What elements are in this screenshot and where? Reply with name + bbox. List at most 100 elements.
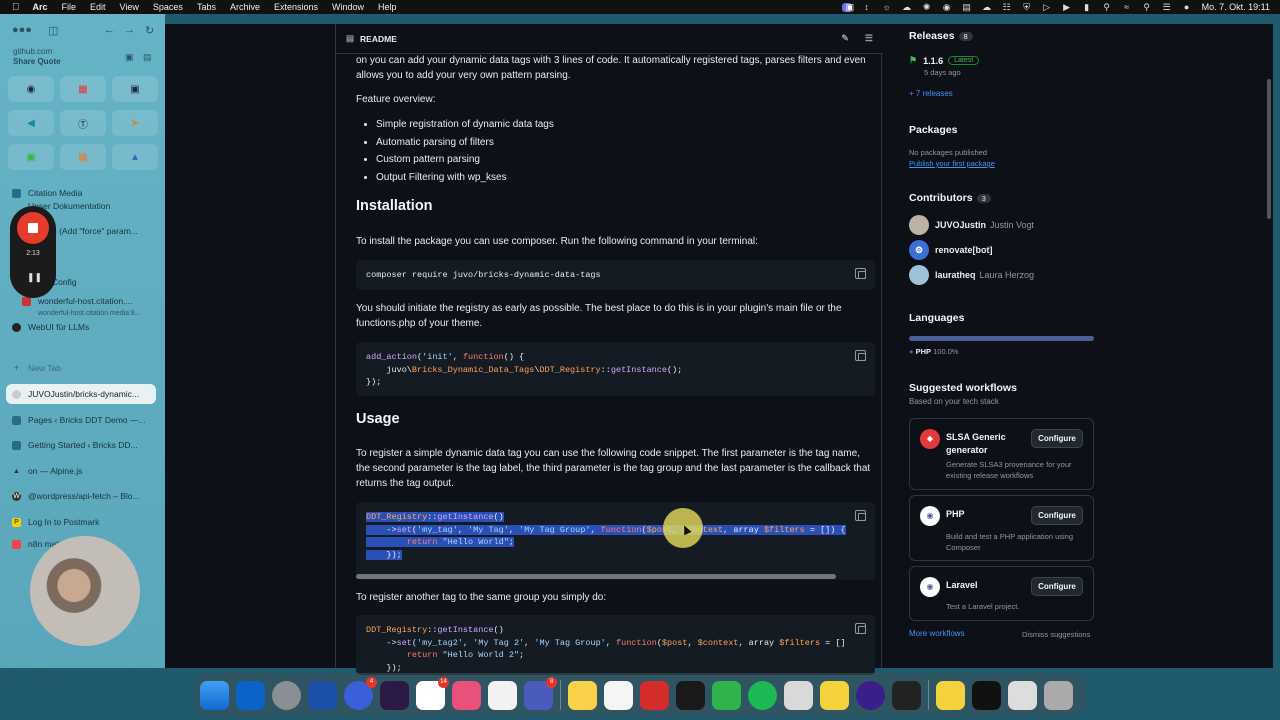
teams-icon[interactable]: 8	[524, 676, 557, 710]
menu-extensions[interactable]: Extensions	[267, 2, 325, 12]
contributor-item[interactable]: JUVOJustin Justin Vogt	[909, 215, 1034, 235]
status-icon[interactable]: ↕	[862, 2, 872, 12]
notes-icon[interactable]	[568, 680, 597, 710]
app-icon[interactable]	[936, 680, 965, 710]
favorite-tab[interactable]: ▦	[60, 76, 106, 102]
app-icon[interactable]	[856, 680, 885, 710]
favorite-tab[interactable]: ◀	[8, 110, 54, 136]
app-icon[interactable]	[488, 680, 517, 710]
screen-record-icon[interactable]: ▣	[841, 2, 854, 12]
menu-tabs[interactable]: Tabs	[190, 2, 223, 12]
menu-window[interactable]: Window	[325, 2, 371, 12]
sidebar-item-webui[interactable]: WebUI für LLMs	[6, 317, 156, 337]
control-center-icon[interactable]: ☰	[1162, 2, 1172, 12]
wifi-icon[interactable]: ≈	[1122, 2, 1132, 12]
cloud-icon[interactable]: ☁	[902, 2, 912, 12]
back-arrow-icon[interactable]: ←	[104, 24, 115, 36]
copy-icon[interactable]	[855, 510, 866, 521]
spotlight-icon[interactable]: ⚲	[1142, 2, 1152, 12]
bitwarden-icon[interactable]	[308, 680, 337, 710]
code-block-another[interactable]: DDT_Registry::getInstance() ->set('my_ta…	[356, 615, 875, 675]
copy-icon[interactable]	[855, 350, 866, 361]
tab-item[interactable]: P Log In to Postmark	[6, 512, 156, 532]
configure-button[interactable]: Configure	[1031, 577, 1083, 596]
settings-icon[interactable]: ▤	[143, 52, 152, 63]
packages-heading[interactable]: Packages	[909, 124, 957, 136]
configure-button[interactable]: Configure	[1031, 506, 1083, 525]
finder-icon[interactable]	[200, 680, 229, 710]
menubar-clock[interactable]: Mo. 7. Okt. 19:11	[1202, 2, 1270, 12]
copy-icon[interactable]	[855, 268, 866, 279]
menu-help[interactable]: Help	[371, 2, 404, 12]
cyberduck-icon[interactable]	[820, 680, 849, 710]
status-icon[interactable]: ☷	[1002, 2, 1012, 12]
dismiss-suggestions-link[interactable]: Dismiss suggestions	[1022, 630, 1090, 639]
trash-icon[interactable]	[1044, 680, 1073, 710]
more-releases-link[interactable]: + 7 releases	[909, 89, 953, 98]
menu-edit[interactable]: Edit	[83, 2, 113, 12]
slack-icon[interactable]: 14	[416, 676, 449, 710]
contributors-heading[interactable]: Contributors 3	[909, 192, 991, 204]
forward-arrow-icon[interactable]: →	[124, 24, 135, 36]
play-icon[interactable]: ▶	[1062, 2, 1072, 12]
numbers-icon[interactable]	[712, 680, 741, 710]
outline-list-icon[interactable]: ☰	[865, 33, 873, 44]
battery-icon[interactable]: ▮	[1082, 2, 1092, 12]
menu-arc[interactable]: Arc	[26, 2, 55, 12]
stop-recording-button[interactable]	[17, 212, 49, 244]
favorite-tab[interactable]: ➤	[112, 110, 158, 136]
status-icon[interactable]: ✺	[922, 2, 932, 12]
acrobat-icon[interactable]	[640, 680, 669, 710]
archive-icon[interactable]: ▣	[10, 668, 19, 679]
edit-pencil-icon[interactable]: ✎	[841, 33, 849, 44]
contributor-item[interactable]: ⚙ renovate[bot]	[909, 240, 993, 260]
window-icon[interactable]	[972, 680, 1001, 710]
search-icon[interactable]: ⚲	[1102, 2, 1112, 12]
spotify-icon[interactable]	[748, 680, 777, 710]
siri-icon[interactable]: ●	[1182, 2, 1192, 12]
tab-item[interactable]: JUVOJustin/bricks-dynamic...	[6, 384, 156, 404]
url-bar[interactable]: github.com Share Quote	[13, 47, 61, 67]
app-icon[interactable]	[452, 680, 481, 710]
menu-spaces[interactable]: Spaces	[146, 2, 190, 12]
terminal-icon[interactable]	[892, 680, 921, 710]
sidebar-toggle-icon[interactable]: ◫	[48, 24, 58, 37]
library-icon[interactable]: ▦	[35, 668, 44, 679]
contributor-item[interactable]: lauratheq Laura Herzog	[909, 265, 1034, 285]
tab-item[interactable]: Pages ‹ Bricks DDT Demo —...	[6, 410, 156, 430]
code-block-composer[interactable]: composer require juvo/bricks-dynamic-dat…	[356, 260, 875, 290]
code-scrollbar[interactable]	[356, 574, 836, 579]
space-icon[interactable]: ○	[103, 668, 108, 679]
releases-heading[interactable]: Releases 8	[909, 30, 973, 42]
system-settings-icon[interactable]	[272, 680, 301, 710]
status-icon[interactable]: ☼	[882, 2, 892, 12]
share-icon[interactable]: ▣	[125, 52, 134, 63]
window-icon[interactable]	[1008, 680, 1037, 710]
tab-item[interactable]: ▲ on — Alpine.js	[6, 461, 156, 481]
page-scrollbar[interactable]	[1267, 79, 1271, 219]
space-icon[interactable]: ○	[81, 668, 86, 679]
textedit-icon[interactable]	[604, 680, 633, 710]
reload-icon[interactable]: ↻	[145, 24, 154, 37]
outlook-icon[interactable]	[236, 680, 265, 710]
code-block-usage[interactable]: DDT_Registry::getInstance() ->set('my_ta…	[356, 502, 875, 580]
traffic-lights-icon[interactable]: ●●●	[12, 24, 32, 36]
menu-file[interactable]: File	[55, 2, 84, 12]
configure-button[interactable]: Configure	[1031, 429, 1083, 448]
code-icon[interactable]: <>	[124, 668, 135, 679]
favorite-tab[interactable]: ▲	[112, 144, 158, 170]
tab-item[interactable]: Getting Started ‹ Bricks DD...	[6, 435, 156, 455]
language-php[interactable]: ● PHP 100.0%	[909, 347, 959, 356]
status-icon[interactable]: ▤	[962, 2, 972, 12]
plus-icon[interactable]: +	[151, 665, 158, 679]
code-block-init[interactable]: add_action('init', function() { juvo\Bri…	[356, 342, 875, 396]
calculator-icon[interactable]	[784, 680, 813, 710]
menu-archive[interactable]: Archive	[223, 2, 267, 12]
app-icon[interactable]: 4	[344, 676, 377, 710]
status-icon[interactable]: ◉	[942, 2, 952, 12]
status-icon[interactable]: ▷	[1042, 2, 1052, 12]
space-icon[interactable]: ■	[59, 668, 64, 679]
favorite-tab[interactable]: Ⓣ	[60, 110, 106, 136]
publish-package-link[interactable]: Publish your first package	[909, 159, 995, 168]
apple-icon[interactable]: 	[0, 2, 26, 13]
